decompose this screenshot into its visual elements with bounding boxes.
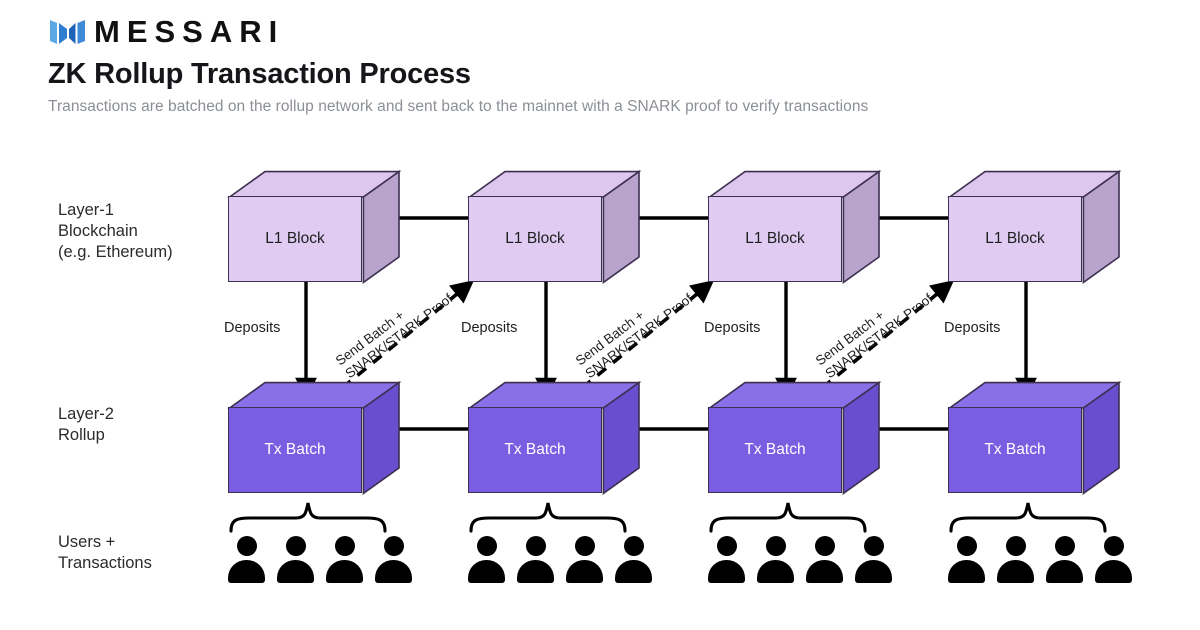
- l2-block-1-label: Tx Batch: [228, 407, 362, 493]
- person-icon: [997, 536, 1034, 583]
- person-icon: [468, 536, 505, 583]
- person-icon: [228, 536, 265, 583]
- person-icon: [757, 536, 794, 583]
- deposit-label-2: Deposits: [461, 320, 518, 336]
- people-row-2: [468, 536, 652, 583]
- person-icon: [1046, 536, 1083, 583]
- deposit-label-4: Deposits: [944, 320, 1001, 336]
- zk-rollup-diagram: Layer-1 Blockchain (e.g. Ethereum) Layer…: [0, 0, 1200, 630]
- l1-block-4-label: L1 Block: [948, 196, 1082, 282]
- person-icon: [855, 536, 892, 583]
- row-label-users: Users + Transactions: [58, 533, 152, 572]
- l2-block-2-label: Tx Batch: [468, 407, 602, 493]
- deposit-label-3: Deposits: [704, 320, 761, 336]
- person-icon: [1095, 536, 1132, 583]
- person-icon: [615, 536, 652, 583]
- l1-block-3-label: L1 Block: [708, 196, 842, 282]
- person-icon: [948, 536, 985, 583]
- people-row-1: [228, 536, 412, 583]
- person-icon: [806, 536, 843, 583]
- l2-block-3-label: Tx Batch: [708, 407, 842, 493]
- people-row-4: [948, 536, 1132, 583]
- people-row-3: [708, 536, 892, 583]
- person-icon: [375, 536, 412, 583]
- row-label-layer2: Layer-2 Rollup: [58, 405, 114, 444]
- row-label-layer1: Layer-1 Blockchain (e.g. Ethereum): [58, 201, 173, 261]
- l1-block-2-label: L1 Block: [468, 196, 602, 282]
- person-icon: [708, 536, 745, 583]
- deposit-label-1: Deposits: [224, 320, 281, 336]
- person-icon: [277, 536, 314, 583]
- person-icon: [326, 536, 363, 583]
- person-icon: [566, 536, 603, 583]
- l1-block-1-label: L1 Block: [228, 196, 362, 282]
- l2-block-4-label: Tx Batch: [948, 407, 1082, 493]
- person-icon: [517, 536, 554, 583]
